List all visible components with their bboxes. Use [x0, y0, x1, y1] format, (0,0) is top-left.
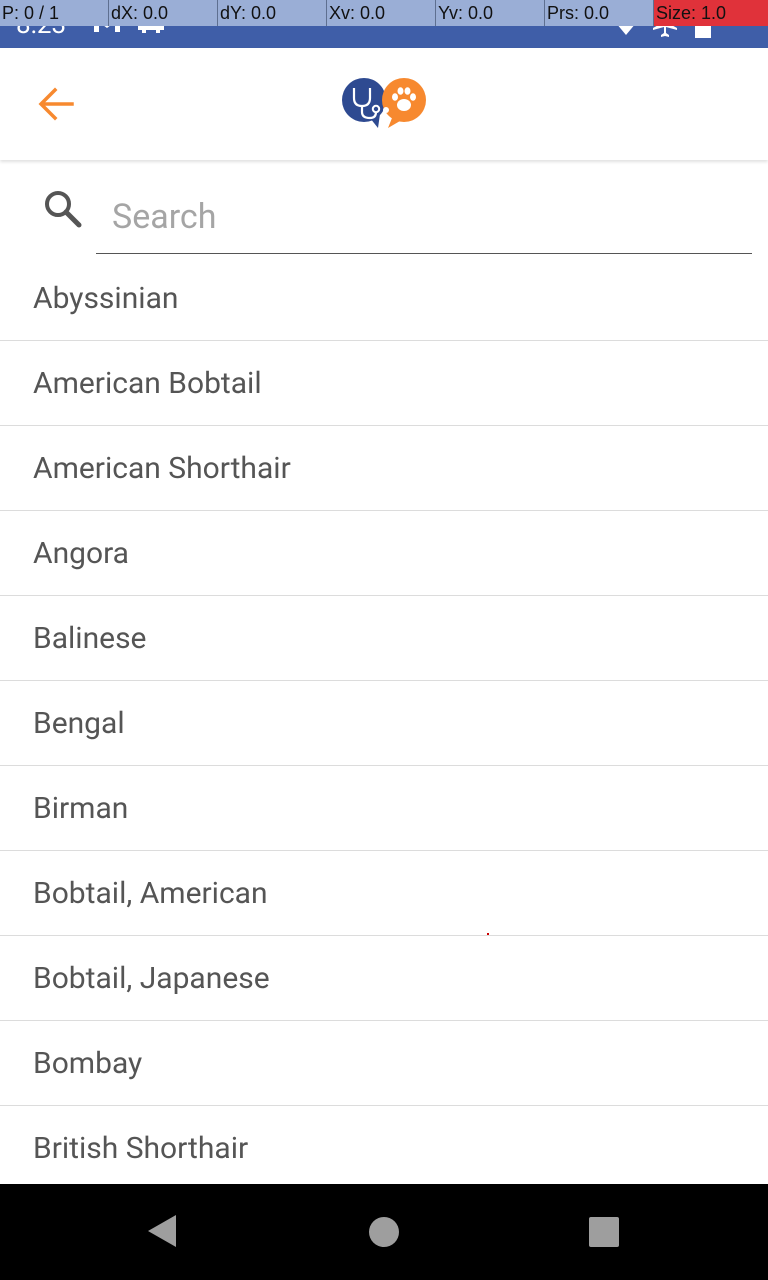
list-item[interactable]: Bengal: [0, 681, 768, 766]
debug-prs: Prs: 0.0: [545, 0, 654, 26]
vet-pet-logo: [342, 78, 426, 128]
list-item[interactable]: American Bobtail: [0, 341, 768, 426]
list-item[interactable]: Abyssinian: [0, 256, 768, 341]
list-item[interactable]: Angora: [0, 511, 768, 596]
debug-pointer: P: 0 / 1: [0, 0, 109, 26]
nav-back-button[interactable]: [146, 1214, 178, 1252]
search-bar: [0, 162, 768, 256]
list-item[interactable]: Bombay: [0, 1021, 768, 1106]
arrow-back-icon: [38, 87, 74, 121]
nav-home-button[interactable]: [368, 1216, 400, 1252]
list-item[interactable]: Bobtail, Japanese: [0, 936, 768, 1021]
square-recents-icon: [589, 1217, 619, 1247]
triangle-back-icon: [148, 1215, 176, 1247]
list-item[interactable]: American Shorthair: [0, 426, 768, 511]
app-bar: [0, 48, 768, 160]
debug-size: Size: 1.0: [654, 0, 768, 26]
debug-dy: dY: 0.0: [218, 0, 327, 26]
back-button[interactable]: [24, 74, 88, 134]
debug-dx: dX: 0.0: [109, 0, 218, 26]
touch-trace-dot: [487, 933, 489, 935]
search-icon: [45, 191, 82, 228]
list-item[interactable]: Bobtail, American: [0, 851, 768, 936]
pointer-location-overlay: P: 0 / 1 dX: 0.0 dY: 0.0 Xv: 0.0 Yv: 0.0…: [0, 0, 768, 26]
breed-list: Abyssinian American Bobtail American Short…: [0, 256, 768, 1184]
debug-xv: Xv: 0.0: [327, 0, 436, 26]
debug-yv: Yv: 0.0: [436, 0, 545, 26]
nav-recents-button[interactable]: [589, 1217, 619, 1251]
navigation-bar: [0, 1184, 768, 1280]
circle-home-icon: [369, 1217, 399, 1247]
list-item[interactable]: British Shorthair: [0, 1106, 768, 1184]
list-item[interactable]: Birman: [0, 766, 768, 851]
search-input[interactable]: [96, 180, 752, 254]
list-item[interactable]: Balinese: [0, 596, 768, 681]
